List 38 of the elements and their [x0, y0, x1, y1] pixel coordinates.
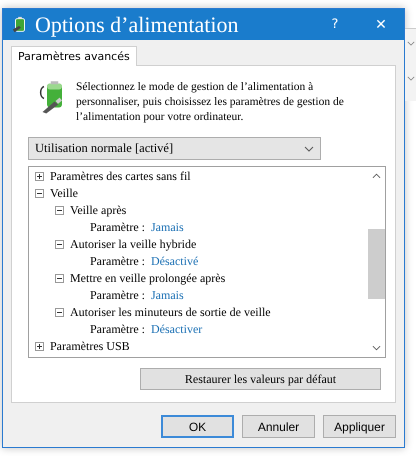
scroll-down-icon[interactable] — [372, 345, 381, 351]
dialog-button[interactable]: Appliquer — [323, 415, 396, 438]
collapse-icon[interactable] — [55, 308, 64, 317]
tree-item[interactable]: Autoriser la veille hybride — [70, 237, 196, 252]
close-button[interactable]: ✕ — [358, 9, 404, 40]
tree-item[interactable]: Veille après — [70, 203, 126, 218]
dialog-button[interactable]: Annuler — [242, 415, 315, 438]
collapse-icon[interactable] — [55, 240, 64, 249]
dialog-button[interactable]: OK — [161, 415, 234, 438]
tab[interactable]: Paramètres avancés — [11, 46, 137, 66]
setting-value[interactable]: Désactivé — [150, 254, 198, 269]
help-button[interactable]: ? — [312, 9, 358, 40]
chevron-down-icon — [406, 41, 414, 46]
scroll-thumb[interactable] — [368, 229, 385, 299]
scroll-up-icon[interactable] — [372, 173, 381, 179]
setting-label: Paramètre : — [90, 288, 145, 303]
plan-dropdown[interactable]: Utilisation normale [activé] — [28, 137, 321, 160]
tree-item[interactable]: Paramètres USB — [50, 339, 130, 354]
collapse-icon[interactable] — [55, 206, 64, 215]
restore-defaults-button[interactable]: Restaurer les valeurs par défaut — [140, 368, 381, 390]
tree-item[interactable]: Autoriser les minuteurs de sortie de veille — [70, 305, 271, 320]
expand-icon[interactable] — [35, 172, 44, 181]
tree-item[interactable]: Paramètres des cartes sans fil — [50, 169, 191, 184]
collapse-icon[interactable] — [35, 189, 44, 198]
collapse-icon[interactable] — [55, 274, 64, 283]
setting-label: Paramètre : — [90, 220, 145, 235]
setting-value[interactable]: Désactiver — [150, 322, 202, 337]
window-title: Options d’alimentation — [35, 12, 240, 38]
chevron-down-icon — [406, 76, 414, 81]
chevron-down-icon — [304, 146, 314, 152]
setting-value[interactable]: Jamais — [150, 288, 184, 303]
setting-label: Paramètre : — [90, 254, 145, 269]
setting-value[interactable]: Jamais — [150, 220, 184, 235]
expand-icon[interactable] — [35, 342, 44, 351]
description-text: Sélectionnez le mode de gestion de l’alimentation à personnaliser, puis choisissez les paramètres de gestion de l’alimentation pour votre ordinateur. — [76, 80, 345, 125]
tree-item[interactable]: Veille — [50, 186, 78, 201]
setting-label: Paramètre : — [90, 322, 145, 337]
tree-item[interactable]: Mettre en veille prolongée après — [70, 271, 226, 286]
